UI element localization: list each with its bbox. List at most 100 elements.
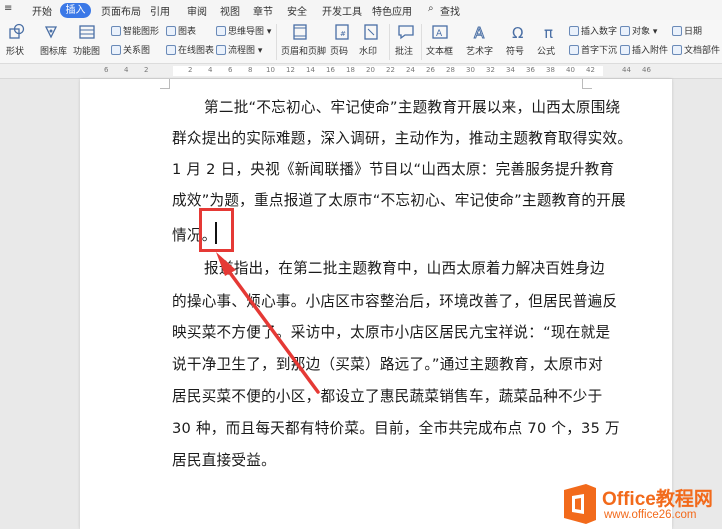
text-cursor [215,222,217,244]
relation-map-icon [111,45,121,55]
header-footer-button[interactable]: 页眉和页脚 [281,46,326,58]
text-line[interactable]: 群众提出的实际难题，深入调研，主动作为，推动主题教育取得实效。 [172,127,632,148]
ruler-tick: 32 [486,66,495,74]
ruler-tick: 20 [366,66,375,74]
watermark-url: www.office26.com [604,509,697,521]
ribbon-divider [389,24,390,60]
drop-cap-icon [569,45,579,55]
text-line[interactable]: 第二批“不忘初心、牢记使命”主题教育开展以来，山西太原围绕 [204,96,620,117]
insert-number-button[interactable]: 插入数字 [569,26,617,38]
art-text-button[interactable]: 艺术字 [466,46,493,58]
doc-parts-icon [672,45,682,55]
ruler-tick: 10 [266,66,275,74]
text-line[interactable]: 居民买菜不便的小区，都设立了惠民蔬菜销售车，蔬菜品种不少于 [172,385,602,406]
menu-search[interactable]: 查找 [440,3,460,18]
header-footer-icon[interactable] [291,23,309,41]
ruler-tick: 38 [546,66,555,74]
ruler-tick: 4 [208,66,213,74]
text-line[interactable]: 的操心事、烦心事。小店区市容整治后，环境改善了，但居民普遍反 [172,290,617,311]
ruler-tick: 30 [466,66,475,74]
ruler[interactable]: 6 4 2 2 4 6 8 10 12 14 16 18 20 22 24 26… [0,64,722,79]
object-icon [620,26,630,36]
svg-text:π: π [544,24,553,41]
watermark-icon[interactable] [362,23,380,41]
symbol-icon[interactable]: Ω [509,23,527,41]
date-button[interactable]: 日期 [672,26,702,38]
text-line[interactable]: 报道指出，在第二批主题教育中，山西太原着力解决百姓身边 [204,257,605,278]
menu-chapter[interactable]: 章节 [253,3,273,18]
text-line[interactable]: 居民直接受益。 [172,449,276,470]
ruler-tick: 6 [104,66,109,74]
date-icon [672,26,682,36]
formula-icon[interactable]: π [541,23,559,41]
menu-security[interactable]: 安全 [287,3,307,18]
menu-review[interactable]: 审阅 [187,3,207,18]
ruler-tick: 2 [188,66,193,74]
document-page[interactable]: 第二批“不忘初心、牢记使命”主题教育开展以来，山西太原围绕 群众提出的实际难题，… [80,79,672,529]
text-line[interactable]: 说干净卫生了，到那边（买菜）路远了。”通过主题教育，太原市对 [172,353,603,374]
menu-special[interactable]: 特色应用 [372,3,412,18]
watermark-button[interactable]: 水印 [359,46,377,58]
text-line[interactable]: 成效”为题，重点报道了太原市“不忘初心、牢记使命”主题教育的开展 [172,189,626,210]
ruler-tick: 2 [144,66,149,74]
ruler-tick: 4 [124,66,129,74]
ruler-tick: 16 [326,66,335,74]
comment-icon[interactable] [397,23,415,41]
menu-insert-tab[interactable]: 插入 [60,3,91,18]
smart-art-button[interactable]: 智能图形 [111,26,159,38]
function-chart-button[interactable]: 功能图 [73,46,100,58]
symbol-button[interactable]: 符号 [506,46,524,58]
text-box-icon[interactable]: A [431,23,449,41]
ribbon-divider [421,24,422,60]
menu-view[interactable]: 视图 [220,3,240,18]
function-chart-icon[interactable] [78,23,96,41]
ruler-tick: 6 [228,66,233,74]
text-line[interactable]: 30 种，而且每天都有特价菜。目前，全市共完成布点 70 个，35 万 [172,417,620,438]
ruler-tick: 40 [566,66,575,74]
icon-library-button[interactable]: 图标库 [40,46,67,58]
office-logo-icon [564,484,596,524]
ruler-tick: 28 [446,66,455,74]
mind-map-button[interactable]: 思维导图 ▾ [216,26,271,38]
menu-more-icon[interactable]: ≡ [4,3,12,14]
drop-cap-button[interactable]: 首字下沉 [569,45,617,57]
smart-art-icon [111,26,121,36]
relation-map-button[interactable]: 关系图 [111,45,150,57]
text-box-button[interactable]: 文本框 [426,46,453,58]
object-button[interactable]: 对象 ▾ [620,26,657,38]
formula-button[interactable]: 公式 [537,46,555,58]
doc-parts-button[interactable]: 文档部件 [672,45,720,57]
svg-text:A: A [436,29,443,39]
menu-start[interactable]: 开始 [32,3,52,18]
margin-corner [160,79,170,89]
menu-bar: ≡ 开始 插入 页面布局 引用 审阅 视图 章节 安全 开发工具 特色应用 ⌕ … [0,0,722,20]
shape-icon[interactable] [8,23,26,41]
online-chart-button[interactable]: 在线图表 [166,45,214,57]
chart-button[interactable]: 图表 [166,26,196,38]
attachment-button[interactable]: 插入附件 [620,45,668,57]
ruler-tick: 12 [286,66,295,74]
svg-text:A: A [474,24,485,41]
comment-button[interactable]: 批注 [395,46,413,58]
ruler-tick: 22 [386,66,395,74]
page-number-button[interactable]: 页码 [330,46,348,58]
watermark-brand: Office教程网 [602,489,713,510]
flow-chart-button[interactable]: 流程图 ▾ [216,45,262,57]
online-chart-icon [166,45,176,55]
flow-chart-icon [216,45,226,55]
shape-button[interactable]: 形状 [6,46,24,58]
menu-reference[interactable]: 引用 [150,3,170,18]
ribbon-divider [276,24,277,60]
page-number-icon[interactable]: # [333,23,351,41]
search-icon[interactable]: ⌕ [428,3,434,14]
art-text-icon[interactable]: A [471,23,489,42]
menu-dev-tools[interactable]: 开发工具 [322,3,362,18]
ruler-tick: 8 [248,66,253,74]
menu-page-layout[interactable]: 页面布局 [101,3,141,18]
ruler-tick: 42 [586,66,595,74]
ruler-tick: 18 [346,66,355,74]
ruler-tick: 24 [406,66,415,74]
text-line[interactable]: 映买菜不方便了。采访中，太原市小店区居民亢宝祥说：“现在就是 [172,321,610,342]
icon-library-icon[interactable] [42,23,60,41]
text-line[interactable]: 1 月 2 日，央视《新闻联播》节目以“山西太原：完善服务提升教育 [172,158,614,179]
